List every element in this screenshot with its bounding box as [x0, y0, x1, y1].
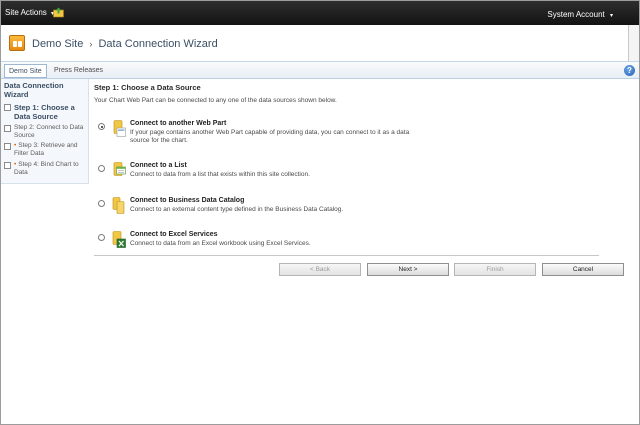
folder-up-icon[interactable]: [53, 7, 64, 18]
list-database-icon: [113, 162, 126, 176]
back-button[interactable]: < Back: [279, 263, 361, 276]
step-checkbox: [4, 143, 11, 150]
site-actions-menu[interactable]: Site Actions ▾: [5, 8, 54, 17]
step-description: Your Chart Web Part can be connected to …: [94, 97, 337, 104]
business-data-catalog-icon: [112, 197, 125, 214]
breadcrumb-separator: ›: [89, 39, 93, 49]
step-checkbox: [4, 162, 11, 169]
option-description: If your page contains another Web Part c…: [130, 129, 410, 144]
wizard-step-label: Step 2: Connect to Data Source: [14, 124, 84, 139]
wizard-step-4[interactable]: • Step 4: Bind Chart to Data: [4, 161, 86, 177]
wizard-step-2[interactable]: Step 2: Connect to Data Source: [4, 124, 86, 140]
wizard-steps-heading: Data Connection Wizard: [4, 81, 64, 99]
bullet-icon: •: [14, 142, 17, 149]
option-radio[interactable]: [98, 234, 105, 241]
wizard-step-label: Step 1: Choose a Data Source: [14, 103, 75, 121]
title-row: Demo Site › Data Connection Wizard: [1, 25, 639, 61]
option-title: Connect to another Web Part: [130, 120, 227, 127]
vertical-scrollbar[interactable]: [628, 25, 639, 61]
divider: [94, 255, 599, 256]
browser-frame: Site Actions ▾ System Account ▾ Demo Sit…: [0, 0, 640, 425]
option-description: Connect to data from an Excel workbook u…: [130, 240, 311, 247]
help-icon[interactable]: ?: [624, 65, 635, 76]
option-description: Connect to an external content type defi…: [130, 206, 344, 213]
page-title: Demo Site › Data Connection Wizard: [32, 38, 218, 50]
site-actions-label: Site Actions: [5, 8, 47, 17]
wizard-step-text: • Step 3: Retrieve and Filter Data: [14, 142, 86, 158]
wizard-step-text: • Step 4: Bind Chart to Data: [14, 161, 86, 177]
option-radio[interactable]: [98, 123, 105, 130]
breadcrumb-site-link[interactable]: Demo Site: [32, 38, 83, 50]
finish-button[interactable]: Finish: [454, 263, 536, 276]
step-checkbox: [4, 104, 11, 111]
wizard-step-label: Step 4: Bind Chart to Data: [14, 161, 79, 176]
option-radio[interactable]: [98, 165, 105, 172]
next-button[interactable]: Next >: [367, 263, 449, 276]
nav-tab-demo-site[interactable]: Demo Site: [4, 64, 47, 78]
option-radio[interactable]: [98, 200, 105, 207]
wizard-step-3[interactable]: • Step 3: Retrieve and Filter Data: [4, 142, 86, 158]
chevron-down-icon: ▾: [609, 13, 613, 19]
top-ribbon: Site Actions ▾ System Account ▾: [1, 1, 639, 25]
account-label: System Account: [547, 10, 605, 19]
wizard-step-label: Step 3: Retrieve and Filter Data: [14, 142, 78, 157]
bullet-icon: •: [14, 161, 17, 168]
site-logo-icon: [9, 35, 25, 51]
cancel-button[interactable]: Cancel: [542, 263, 624, 276]
nav-tab-press-releases[interactable]: Press Releases: [50, 64, 107, 78]
excel-database-icon: [112, 231, 126, 248]
wizard-steps-panel: Data Connection Wizard Step 1: Choose a …: [1, 79, 89, 184]
user-account-menu[interactable]: System Account ▾: [547, 10, 613, 19]
web-part-database-icon: [113, 120, 126, 137]
option-title: Connect to a List: [130, 162, 187, 169]
top-navigation: Demo Site Press Releases ?: [1, 61, 639, 79]
step-heading: Step 1: Choose a Data Source: [94, 83, 201, 92]
option-title: Connect to Excel Services: [130, 231, 218, 238]
step-checkbox: [4, 125, 11, 132]
option-title: Connect to Business Data Catalog: [130, 197, 245, 204]
option-description: Connect to data from a list that exists …: [130, 171, 310, 178]
breadcrumb-page: Data Connection Wizard: [98, 38, 218, 50]
wizard-step-1[interactable]: Step 1: Choose a Data Source: [4, 103, 86, 121]
